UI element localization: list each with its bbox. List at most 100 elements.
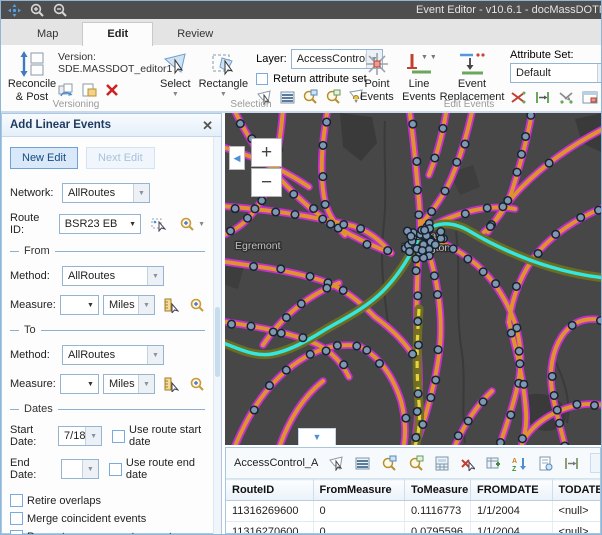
table-zoom-selected-icon[interactable] <box>381 455 397 471</box>
event-point[interactable] <box>321 201 329 209</box>
table-clear-selection-icon[interactable] <box>460 455 475 471</box>
table-cell[interactable]: 0 <box>313 522 404 534</box>
event-point[interactable] <box>283 314 291 322</box>
event-point[interactable] <box>412 255 420 263</box>
start-date-input[interactable]: 7/18/ ▼ <box>58 426 102 446</box>
event-point[interactable] <box>409 120 417 128</box>
event-point[interactable] <box>322 347 330 355</box>
event-point[interactable] <box>357 225 365 233</box>
event-point[interactable] <box>432 376 440 384</box>
line-events-button[interactable]: ▼ ▼ Line Events <box>398 49 440 104</box>
event-point[interactable] <box>353 342 361 350</box>
table-add-records-icon[interactable] <box>486 455 501 471</box>
event-point[interactable] <box>413 158 421 166</box>
tab-review[interactable]: Review <box>153 23 237 46</box>
return-attribute-checkbox[interactable] <box>256 73 268 85</box>
event-point[interactable] <box>573 401 581 409</box>
merge-coincident-checkbox[interactable] <box>10 512 23 525</box>
event-point[interactable] <box>432 241 440 249</box>
panel-scrollbar[interactable] <box>213 137 221 535</box>
event-point[interactable] <box>461 140 469 148</box>
point-events-button[interactable]: Point Events <box>356 49 398 104</box>
event-point[interactable] <box>527 113 535 119</box>
to-method-select[interactable]: AllRoutes ▼ <box>62 345 164 365</box>
event-point[interactable] <box>428 208 436 216</box>
event-point[interactable] <box>577 214 585 222</box>
event-point[interactable] <box>513 168 521 176</box>
event-point[interactable] <box>376 360 384 368</box>
collapse-table-arrow[interactable]: ▼ <box>298 428 336 445</box>
route-id-arrow[interactable]: ▼ <box>125 221 140 228</box>
to-unit-arrow[interactable]: ▼ <box>138 375 154 393</box>
map-zoom-in-button[interactable]: + <box>251 138 282 167</box>
table-report-icon[interactable] <box>538 455 553 471</box>
event-point[interactable] <box>434 291 442 299</box>
event-point[interactable] <box>419 421 427 429</box>
event-point[interactable] <box>519 435 527 443</box>
table-cell[interactable]: <null> <box>552 501 600 522</box>
column-header[interactable]: FROMDATE <box>471 480 553 501</box>
event-point[interactable] <box>534 250 542 258</box>
event-point[interactable] <box>291 211 299 219</box>
event-point[interactable] <box>415 341 423 349</box>
table-cell[interactable]: 11316270600 <box>226 522 313 534</box>
event-point[interactable] <box>561 442 569 445</box>
event-point[interactable] <box>464 255 472 263</box>
event-point[interactable] <box>507 411 515 419</box>
event-point[interactable] <box>251 205 259 213</box>
event-point[interactable] <box>340 221 348 229</box>
from-method-select[interactable]: AllRoutes ▼ <box>62 266 164 286</box>
table-cell[interactable]: 1/1/2004 <box>471 522 553 534</box>
map-zoom-out-button[interactable]: − <box>251 168 282 197</box>
event-point[interactable] <box>269 328 277 336</box>
table-row[interactable]: 1131626960000.11167731/1/2004<null>N <box>226 501 600 522</box>
attribute-set-arrow[interactable]: ▼ <box>597 64 601 82</box>
to-measure-input[interactable]: ▼ <box>60 374 99 394</box>
event-point[interactable] <box>231 205 239 213</box>
table-cell[interactable]: 0 <box>313 501 404 522</box>
event-point[interactable] <box>427 394 435 402</box>
select-button[interactable]: Select ▼ <box>156 49 195 99</box>
table-cell[interactable]: 11316269600 <box>226 501 313 522</box>
event-point[interactable] <box>522 133 530 141</box>
event-point[interactable] <box>479 268 487 276</box>
event-point[interactable] <box>431 154 439 162</box>
event-point[interactable] <box>550 392 558 400</box>
event-point[interactable] <box>363 346 371 354</box>
event-point[interactable] <box>384 247 392 255</box>
table-pan-selected-icon[interactable] <box>408 455 424 471</box>
table-sort-icon[interactable]: AZ <box>512 455 527 471</box>
event-point[interactable] <box>415 211 423 219</box>
start-date-arrow[interactable]: ▼ <box>85 427 101 445</box>
event-point[interactable] <box>483 204 491 212</box>
event-point[interactable] <box>595 206 601 214</box>
table-rows-icon[interactable] <box>355 455 370 471</box>
event-point[interactable] <box>250 263 258 271</box>
event-point[interactable] <box>412 434 420 442</box>
event-point[interactable] <box>237 120 245 128</box>
column-header[interactable]: TODATE <box>552 480 600 501</box>
event-point[interactable] <box>431 272 439 280</box>
event-point[interactable] <box>310 205 318 213</box>
event-point[interactable] <box>323 284 331 292</box>
column-header[interactable]: ToMeasure <box>404 480 470 501</box>
from-measure-zoom-icon[interactable] <box>189 297 205 313</box>
event-point[interactable] <box>334 342 342 350</box>
delete-version-icon[interactable] <box>104 82 120 98</box>
event-point[interactable] <box>414 318 422 326</box>
event-point[interactable] <box>306 351 314 359</box>
event-point[interactable] <box>290 190 298 198</box>
event-point[interactable] <box>227 227 235 235</box>
event-point[interactable] <box>568 322 576 330</box>
event-point[interactable] <box>247 322 255 330</box>
reconcile-post-button[interactable]: Reconcile & Post <box>6 49 58 104</box>
map-view[interactable]: EgremontGreatBarrington ◀ + − ▼ <box>225 113 601 445</box>
tab-map[interactable]: Map <box>13 23 82 46</box>
event-point[interactable] <box>406 248 414 256</box>
to-unit-select[interactable]: Miles ▼ <box>103 374 155 394</box>
event-point[interactable] <box>591 402 599 410</box>
network-arrow[interactable]: ▼ <box>133 184 149 202</box>
next-edit-button[interactable]: Next Edit <box>86 147 155 169</box>
event-point[interactable] <box>409 350 417 358</box>
event-point[interactable] <box>407 233 415 241</box>
